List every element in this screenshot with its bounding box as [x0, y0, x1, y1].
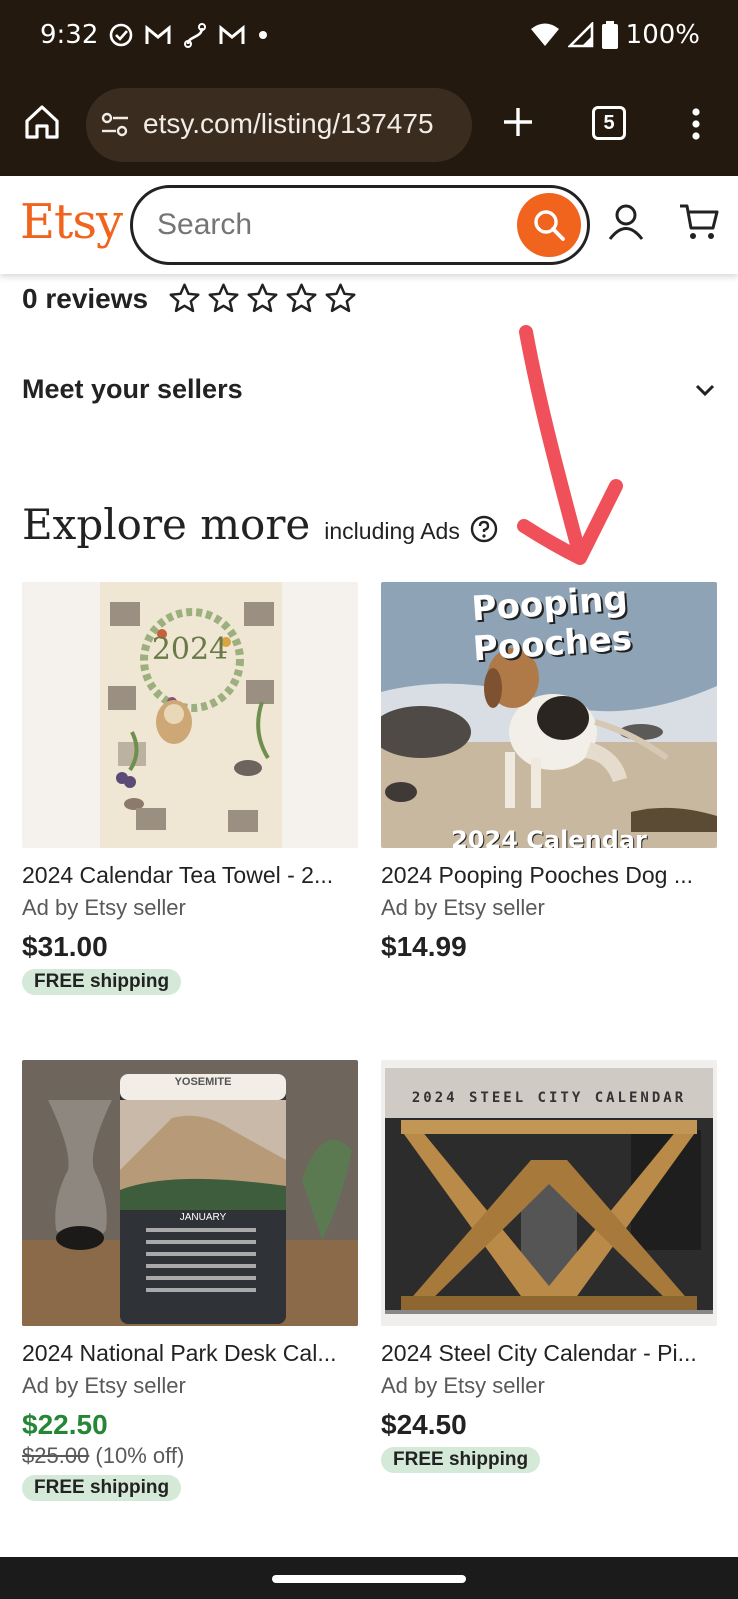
address-bar[interactable]: etsy.com/listing/137475: [86, 88, 472, 162]
url-text[interactable]: etsy.com/listing/137475: [143, 108, 434, 140]
search-input[interactable]: Search: [130, 185, 590, 265]
image-subtitle-text: JANUARY: [179, 1212, 227, 1223]
battery-percent: 100%: [625, 20, 700, 50]
chevron-down-icon: [695, 384, 715, 397]
tab-switcher-button[interactable]: 5: [592, 106, 626, 140]
ads-disclosure: including Ads: [324, 518, 460, 544]
check-circle-icon: [109, 23, 133, 47]
dot-icon: [259, 31, 267, 39]
gmail-icon: [219, 24, 245, 44]
search-icon: [534, 210, 565, 241]
listing-card[interactable]: 2024 STEEL CITY CALENDAR 2024 Steel City…: [381, 1060, 717, 1473]
star-icon: [325, 283, 356, 313]
cart-button[interactable]: [678, 202, 720, 247]
star-icon: [247, 283, 278, 313]
discount-text: (10% off): [95, 1443, 185, 1468]
star-rating: [168, 282, 357, 315]
free-shipping-badge: FREE shipping: [381, 1447, 541, 1473]
listing-image[interactable]: YOSEMITE JANUARY: [22, 1060, 358, 1326]
help-icon[interactable]: [470, 515, 498, 543]
signal-icon: [567, 22, 593, 48]
reviews-count: 0 reviews: [22, 282, 149, 314]
notification-icons: [108, 22, 270, 48]
listing-title[interactable]: 2024 Steel City Calendar - Pi...: [381, 1340, 717, 1367]
search-button[interactable]: [517, 193, 581, 257]
listing-price: $24.50: [381, 1409, 467, 1440]
star-icon: [169, 283, 200, 313]
home-icon: [25, 105, 59, 139]
listing-card[interactable]: 2024 2024 Calendar Tea Towel - 2... Ad b…: [22, 582, 358, 995]
listing-image[interactable]: Pooping Pooches 2024 Calendar: [381, 582, 717, 848]
listing-sale-price: $22.50: [22, 1409, 108, 1440]
listing-seller: Ad by Etsy seller: [381, 1373, 545, 1398]
listing-original-price: $25.00 (10% off): [22, 1443, 358, 1469]
listing-title[interactable]: 2024 National Park Desk Cal...: [22, 1340, 358, 1367]
listing-seller: Ad by Etsy seller: [22, 1373, 186, 1398]
gmail-icon: [145, 24, 171, 44]
plus-icon: [504, 108, 532, 136]
listing-price: $14.99: [381, 931, 467, 962]
listing-title[interactable]: 2024 Calendar Tea Towel - 2...: [22, 862, 358, 889]
image-title-text: 2024 STEEL CITY CALENDAR: [411, 1090, 687, 1106]
star-icon: [286, 283, 317, 313]
site-settings-icon[interactable]: [100, 110, 130, 140]
more-vert-icon: [692, 108, 700, 140]
listing-price: $31.00: [22, 931, 108, 962]
star-icon: [208, 283, 239, 313]
status-bar: 9:32 100%: [0, 0, 738, 76]
route-icon: [184, 23, 206, 48]
new-tab-button[interactable]: [500, 104, 540, 144]
image-title-text: YOSEMITE: [174, 1076, 232, 1088]
browser-menu-button[interactable]: [686, 104, 706, 144]
home-gesture-handle[interactable]: [272, 1575, 466, 1583]
free-shipping-badge: FREE shipping: [22, 1475, 182, 1501]
system-icons: 100%: [530, 20, 700, 50]
battery-icon: [601, 21, 618, 49]
explore-heading: Explore more including Ads: [22, 500, 498, 549]
account-button[interactable]: [606, 202, 646, 247]
arrow-annotation: [517, 325, 623, 565]
listing-image[interactable]: 2024 STEEL CITY CALENDAR: [381, 1060, 717, 1326]
listing-seller: Ad by Etsy seller: [381, 895, 545, 920]
wifi-icon: [530, 23, 559, 46]
home-button[interactable]: [22, 102, 70, 150]
listing-seller: Ad by Etsy seller: [22, 895, 186, 920]
explore-title: Explore more: [22, 500, 311, 549]
status-time: 9:32: [40, 20, 99, 50]
meet-sellers-label: Meet your sellers: [22, 374, 243, 404]
browser-toolbar: etsy.com/listing/137475 5: [0, 76, 738, 176]
original-price: $25.00: [22, 1443, 90, 1468]
reviews-summary: 0 reviews: [22, 282, 357, 315]
image-subtitle-text: 2024 Calendar: [451, 826, 647, 848]
meet-sellers-toggle[interactable]: Meet your sellers: [22, 374, 716, 414]
image-text: 2024: [151, 632, 229, 667]
cart-icon: [680, 204, 719, 239]
listing-title[interactable]: 2024 Pooping Pooches Dog ...: [381, 862, 717, 889]
listing-card[interactable]: Pooping Pooches 2024 Calendar 2024 Poopi…: [381, 582, 717, 963]
system-nav-bar: [0, 1557, 738, 1599]
search-placeholder: Search: [157, 208, 253, 241]
etsy-logo[interactable]: Etsy: [20, 194, 123, 250]
free-shipping-badge: FREE shipping: [22, 969, 182, 995]
user-icon: [608, 204, 644, 240]
listing-image[interactable]: 2024: [22, 582, 358, 848]
listing-card[interactable]: YOSEMITE JANUARY 2024 National Park Desk…: [22, 1060, 358, 1501]
site-header: Etsy Search: [0, 176, 738, 274]
